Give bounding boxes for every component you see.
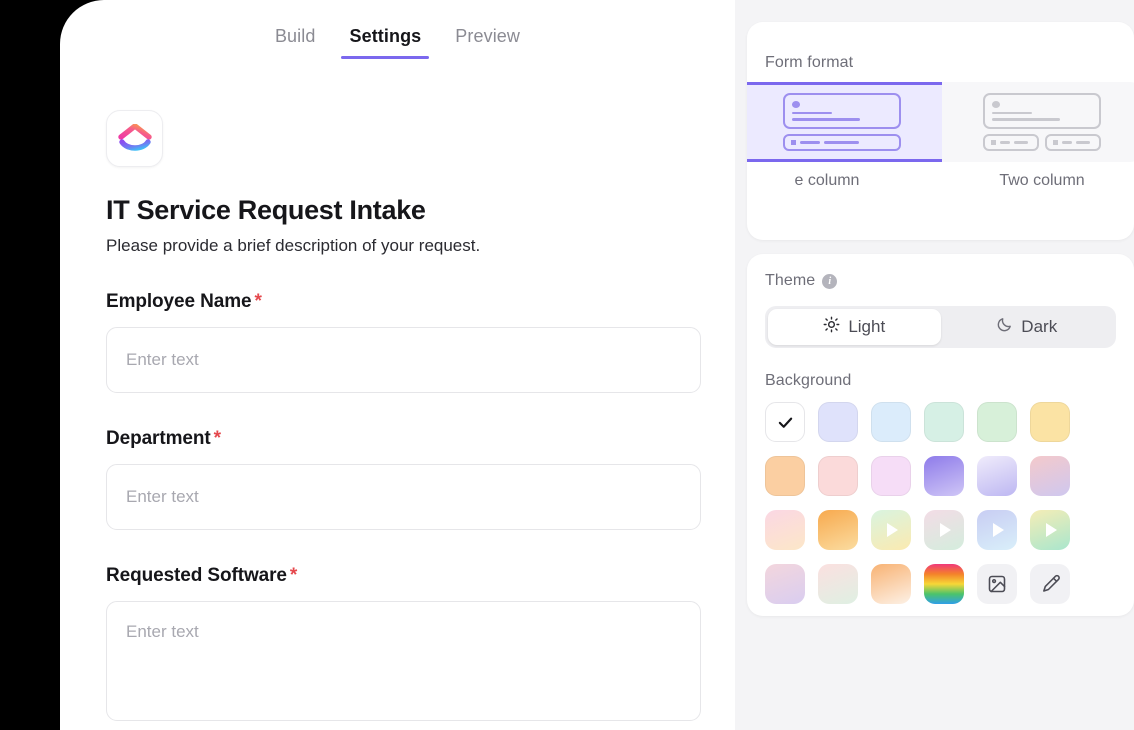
theme-mode-dark[interactable]: Dark	[941, 309, 1114, 345]
clickup-logo-icon	[118, 124, 152, 154]
format-caption-one-column: e column	[747, 172, 942, 198]
format-option-one-column[interactable]	[747, 82, 942, 162]
play-icon	[993, 523, 1004, 537]
field-label-text: Employee Name	[106, 291, 252, 312]
form-field-department: Department* Enter text	[106, 428, 726, 530]
field-label-department: Department*	[106, 428, 726, 450]
app-root: Build Settings Preview	[0, 0, 1134, 730]
form-title: IT Service Request Intake	[106, 195, 726, 226]
form-logo[interactable]	[106, 110, 163, 167]
form-format-options	[747, 82, 1134, 162]
requested-software-placeholder: Enter text	[126, 622, 199, 642]
play-icon	[887, 523, 898, 537]
theme-label-text: Theme	[765, 272, 815, 290]
swatch-periwinkle-gradient[interactable]	[977, 456, 1017, 496]
form-format-card: Form format	[747, 22, 1134, 240]
check-icon	[777, 414, 794, 431]
swatch-lavender[interactable]	[818, 402, 858, 442]
swatch-orchid[interactable]	[871, 456, 911, 496]
format-caption-two-column: Two column	[942, 172, 1134, 198]
swatch-animated-mint[interactable]	[1030, 510, 1070, 550]
employee-name-input[interactable]: Enter text	[106, 327, 701, 393]
swatch-green[interactable]	[977, 402, 1017, 442]
swatch-purple-gradient[interactable]	[924, 456, 964, 496]
requested-software-input[interactable]: Enter text	[106, 601, 701, 721]
swatch-mint[interactable]	[924, 402, 964, 442]
swatch-amber-gradient[interactable]	[818, 510, 858, 550]
theme-mode-light[interactable]: Light	[768, 309, 941, 345]
form-field-employee-name: Employee Name* Enter text	[106, 291, 726, 393]
swatch-rose-violet-gradient[interactable]	[1030, 456, 1070, 496]
form-format-captions: e column Two column	[747, 172, 1134, 198]
editor-tabs: Build Settings Preview	[60, 26, 735, 59]
swatch-upload-image[interactable]	[977, 564, 1017, 604]
info-icon[interactable]: i	[822, 274, 837, 289]
swatch-pink[interactable]	[818, 456, 858, 496]
field-label-employee-name: Employee Name*	[106, 291, 726, 313]
tab-build-label: Build	[275, 26, 316, 46]
swatch-peach-gradient[interactable]	[871, 564, 911, 604]
theme-mode-dark-label: Dark	[1021, 317, 1057, 337]
swatch-pearl-gradient[interactable]	[818, 564, 858, 604]
department-placeholder: Enter text	[126, 487, 199, 507]
field-label-requested-software: Requested Software*	[106, 565, 726, 587]
tab-build[interactable]: Build	[275, 26, 316, 59]
settings-rail: Form format	[735, 0, 1134, 730]
required-asterisk: *	[290, 565, 297, 586]
theme-mode-toggle: Light Dark	[765, 306, 1116, 348]
swatch-blush-gradient[interactable]	[765, 510, 805, 550]
eyedropper-icon	[1040, 574, 1060, 594]
one-column-preview-icon	[783, 93, 901, 151]
swatch-rainbow[interactable]	[924, 564, 964, 604]
form-canvas-panel: Build Settings Preview	[60, 0, 735, 730]
play-icon	[1046, 523, 1057, 537]
two-column-preview-icon	[983, 93, 1101, 151]
form-field-requested-software: Requested Software* Enter text	[106, 565, 726, 721]
background-swatch-grid	[765, 402, 1120, 604]
employee-name-placeholder: Enter text	[126, 350, 199, 370]
format-option-two-column[interactable]	[942, 82, 1134, 162]
tab-preview[interactable]: Preview	[455, 26, 520, 59]
field-label-text: Department	[106, 428, 211, 449]
play-icon	[940, 523, 951, 537]
theme-card: Theme i Light	[747, 254, 1134, 616]
theme-mode-light-label: Light	[848, 317, 885, 337]
swatch-mauve-gradient[interactable]	[765, 564, 805, 604]
form-content: IT Service Request Intake Please provide…	[106, 110, 726, 721]
form-format-label: Form format	[765, 54, 853, 72]
tab-preview-label: Preview	[455, 26, 520, 46]
swatch-animated-rose[interactable]	[924, 510, 964, 550]
background-label: Background	[765, 372, 851, 390]
swatch-animated-lime[interactable]	[871, 510, 911, 550]
swatch-sky[interactable]	[871, 402, 911, 442]
tab-settings[interactable]: Settings	[349, 26, 421, 59]
swatch-color-picker[interactable]	[1030, 564, 1070, 604]
department-input[interactable]: Enter text	[106, 464, 701, 530]
swatch-yellow[interactable]	[1030, 402, 1070, 442]
field-label-text: Requested Software	[106, 565, 287, 586]
required-asterisk: *	[214, 428, 221, 449]
swatch-orange[interactable]	[765, 456, 805, 496]
swatch-white-selected[interactable]	[765, 402, 805, 442]
form-description: Please provide a brief description of yo…	[106, 236, 726, 256]
image-icon	[987, 574, 1007, 594]
theme-label: Theme i	[765, 272, 837, 290]
swatch-animated-indigo[interactable]	[977, 510, 1017, 550]
required-asterisk: *	[255, 291, 262, 312]
tab-settings-label: Settings	[349, 26, 421, 46]
sun-icon	[823, 316, 840, 338]
moon-icon	[996, 316, 1013, 338]
